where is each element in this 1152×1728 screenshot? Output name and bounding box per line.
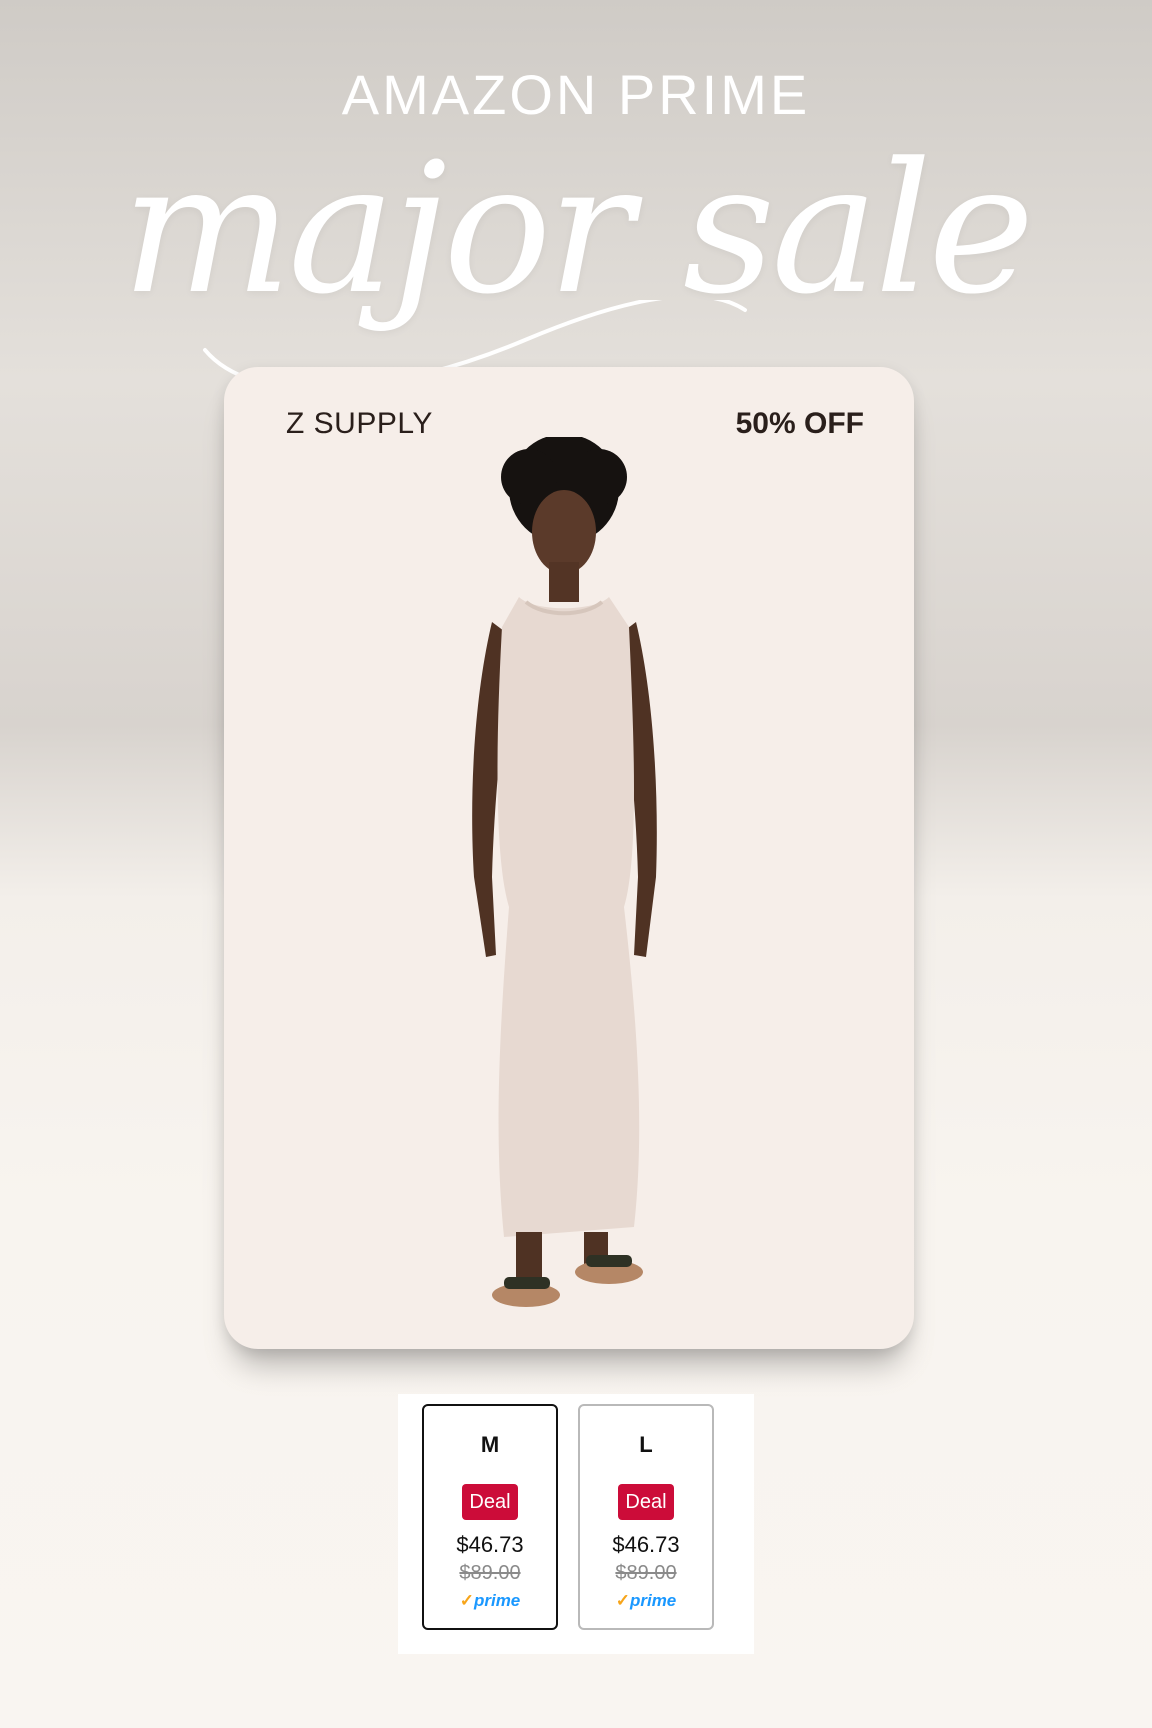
model-in-dress-image [472, 437, 657, 1307]
size-option-m[interactable]: M Deal $46.73 $89.00 ✓prime [422, 1404, 558, 1630]
header-script-title: major sale [121, 125, 1034, 334]
size-label: M [480, 1432, 500, 1457]
list-price: $89.00 [615, 1562, 677, 1584]
size-selector-panel: M Deal $46.73 $89.00 ✓prime L Deal $46.7… [398, 1394, 754, 1654]
prime-check-icon: ✓ [459, 1591, 474, 1610]
deal-price: $46.73 [612, 1532, 680, 1557]
size-label: L [639, 1432, 653, 1457]
deal-badge: Deal [462, 1484, 518, 1520]
header-kicker: AMAZON PRIME [341, 63, 811, 126]
size-option-l[interactable]: L Deal $46.73 $89.00 ✓prime [578, 1404, 714, 1630]
deal-badge: Deal [618, 1484, 674, 1520]
discount-label: 50% OFF [735, 407, 864, 440]
prime-label: prime [629, 1591, 677, 1610]
prime-label: prime [473, 1591, 521, 1610]
deal-price: $46.73 [456, 1532, 524, 1557]
product-card[interactable]: Z SUPPLY 50% OFF [224, 367, 914, 1349]
prime-check-icon: ✓ [615, 1591, 630, 1610]
list-price: $89.00 [459, 1562, 521, 1584]
brand-label: Z SUPPLY [286, 407, 433, 440]
prime-badge: ✓prime [424, 1591, 556, 1611]
prime-badge: ✓prime [580, 1591, 712, 1611]
